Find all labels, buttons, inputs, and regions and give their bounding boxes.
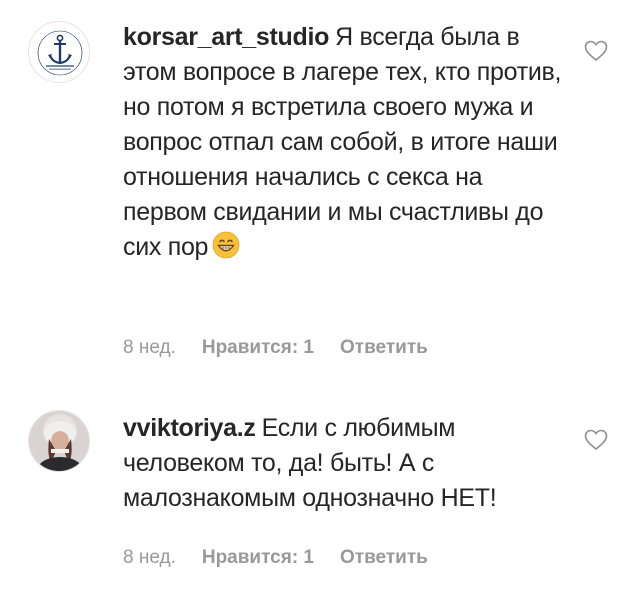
comment-username[interactable]: korsar_art_studio <box>123 23 329 51</box>
likes-count[interactable]: Нравится: 1 <box>202 337 314 358</box>
comment-text: vviktoriya.z Если с любимым человеком то,… <box>123 411 563 516</box>
comment-meta: 8 нед. Нравится: 1 Ответить <box>123 337 454 359</box>
reply-button[interactable]: Ответить <box>340 337 428 358</box>
heart-icon[interactable] <box>584 429 608 451</box>
anchor-logo-icon <box>30 23 89 82</box>
comment-meta: 8 нед. Нравится: 1 Ответить <box>123 547 454 569</box>
heart-icon[interactable] <box>584 40 608 62</box>
comment-username[interactable]: vviktoriya.z <box>123 414 256 442</box>
user-photo <box>29 411 89 471</box>
comment-item: vviktoriya.z Если с любимым человеком то,… <box>0 380 640 602</box>
comment-time: 8 нед. <box>123 337 176 358</box>
likes-count[interactable]: Нравится: 1 <box>202 547 314 568</box>
avatar[interactable] <box>28 21 90 83</box>
grinning-face-emoji <box>212 231 240 259</box>
comment-body: Я всегда была в этом вопросе в лагере те… <box>123 23 562 261</box>
comment-time: 8 нед. <box>123 547 176 568</box>
avatar[interactable] <box>28 410 90 472</box>
reply-button[interactable]: Ответить <box>340 547 428 568</box>
comment-text: korsar_art_studio Я всегда была в этом во… <box>123 20 563 265</box>
comment-item: korsar_art_studio Я всегда была в этом во… <box>0 0 640 380</box>
